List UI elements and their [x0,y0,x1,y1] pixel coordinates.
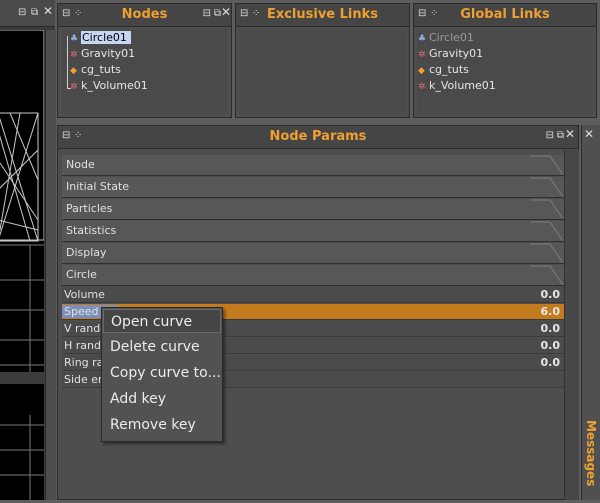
list-item[interactable]: ◆ cg_tuts [70,62,121,77]
global-links-panel: ⊟ ⁘ Global Links ♣ Circle01 ✲ Gravity01 ◆ c… [413,3,597,118]
minimize-icon[interactable]: ⊟ [18,8,26,18]
section-initial-state[interactable]: Initial State [62,177,564,198]
gravity-icon: ✲ [418,50,426,60]
panel-title: Node Params [269,129,367,144]
params-scrollbar[interactable] [564,150,579,500]
viewport-scrollbar[interactable] [45,30,56,500]
section-tab-icon [530,243,564,264]
menu-item-copy-curve[interactable]: Copy curve to... [103,361,221,385]
exclusive-links-header: ⊟ ⁘ Exclusive Links [236,4,409,27]
menu-item-add-key[interactable]: Add key [103,387,221,411]
menu-item-delete-curve[interactable]: Delete curve [103,335,221,359]
circle-emitter-icon: ♣ [70,34,79,44]
panel-title: Exclusive Links [266,7,379,22]
messages-tab[interactable]: Messages [584,420,598,490]
list-item[interactable]: ✲ k_Volume01 [418,78,496,93]
section-tab-icon [530,155,564,176]
panel-title: Global Links [460,7,550,22]
wireframe-mesh [0,29,45,500]
close-icon[interactable]: ✕ [43,5,53,17]
viewport-canvas[interactable] [0,29,45,500]
section-particles[interactable]: Particles [62,199,564,220]
context-menu: Open curve Delete curve Copy curve to...… [101,307,223,442]
circle-emitter-icon: ♣ [418,34,427,44]
exclusive-links-list [239,30,406,113]
menu-item-open-curve[interactable]: Open curve [103,309,221,333]
menu-item-remove-key[interactable]: Remove key [103,413,221,437]
list-item[interactable]: ◆ cg_tuts [418,62,469,77]
particle-group-icon: ◆ [70,66,77,76]
param-row-volume[interactable]: Volume 0.0 [62,287,564,303]
section-tab-icon [530,221,564,242]
list-item[interactable]: ♣ Circle01 [418,30,474,45]
global-links-header: ⊟ ⁘ Global Links [414,4,596,27]
volume-icon: ✲ [418,82,426,92]
section-circle[interactable]: Circle [62,265,564,286]
section-tab-icon [530,199,564,220]
close-icon[interactable]: ✕ [565,128,575,140]
section-node[interactable]: Node [62,155,564,176]
minimize-icon[interactable]: ⊟ [546,131,554,141]
node-params-header: ⊟ ⁘ Node Params ⊟ ⧉ ✕ [58,126,578,149]
gravity-icon: ✲ [70,50,78,60]
nodes-panel: ⊟ ⁘ Nodes ⊟ ⧉ ✕ ♣ Circle01 ✲ Gravity01 ◆ cg… [57,3,232,118]
restore-icon[interactable]: ⧉ [557,131,564,141]
viewport-header: ⊟ ⧉ ✕ [0,0,55,27]
list-item[interactable]: ✲ Gravity01 [418,46,483,61]
section-display[interactable]: Display [62,243,564,264]
list-item[interactable]: ✲ k_Volume01 [70,78,148,93]
particle-group-icon: ◆ [418,66,425,76]
list-item[interactable]: ♣ Circle01 [70,30,131,45]
section-tab-icon [530,265,564,286]
close-icon[interactable]: ✕ [584,128,594,140]
exclusive-links-panel: ⊟ ⁘ Exclusive Links [235,3,410,118]
volume-icon: ✲ [70,82,78,92]
restore-icon[interactable]: ⧉ [31,8,38,18]
restore-icon[interactable]: ⧉ [214,9,221,19]
nodes-panel-header: ⊟ ⁘ Nodes ⊟ ⧉ ✕ [58,4,231,27]
section-statistics[interactable]: Statistics [62,221,564,242]
minimize-icon[interactable]: ⊟ [203,9,211,19]
close-icon[interactable]: ✕ [221,6,231,18]
list-item[interactable]: ✲ Gravity01 [70,46,135,61]
section-tab-icon [530,177,564,198]
